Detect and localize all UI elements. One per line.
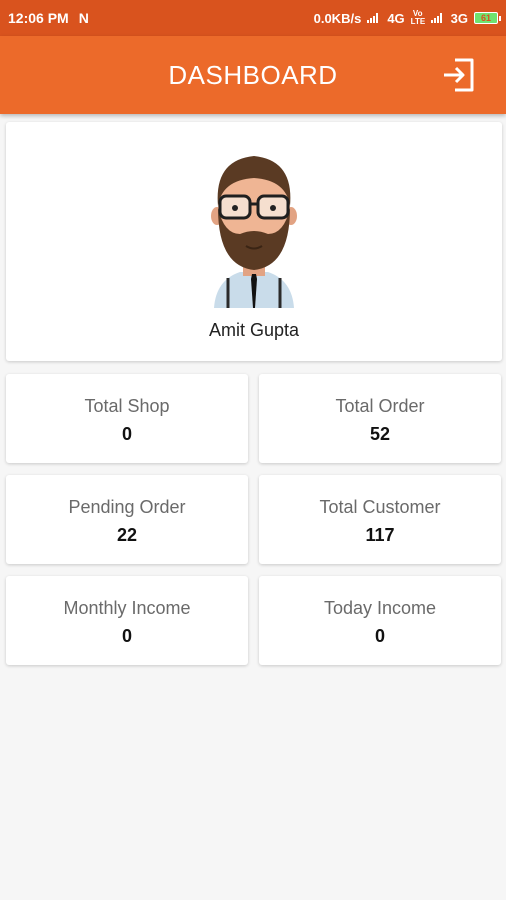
total-customer-card[interactable]: Total Customer 117 [259, 475, 501, 564]
stat-value: 0 [121, 424, 132, 444]
app-bar: DASHBOARD [0, 36, 506, 114]
status-time: 12:06 PM [8, 10, 69, 26]
network-type-1: 4G [387, 10, 405, 26]
profile-name: Amit Gupta [208, 320, 300, 340]
stat-label: Total Customer [319, 497, 441, 517]
network-type-2: 3G [450, 10, 468, 26]
logout-button[interactable] [440, 56, 478, 94]
stat-label: Pending Order [68, 497, 186, 517]
profile-card: Amit Gupta [6, 122, 502, 361]
battery-level: 61 [480, 13, 491, 23]
notification-icon: N [78, 10, 89, 26]
volte-label: Vo LTE [410, 9, 426, 26]
stat-label: Monthly Income [63, 598, 191, 618]
battery-icon: 61 [474, 12, 501, 24]
total-order-card[interactable]: Total Order 52 [259, 374, 501, 463]
stat-value: 52 [369, 424, 391, 444]
stat-label: Total Shop [84, 396, 170, 416]
stat-value: 0 [121, 626, 132, 646]
stat-value: 117 [365, 525, 395, 545]
signal-icon-2 [430, 13, 445, 23]
status-bar: 12:06 PM N 0.0KB/s 4G Vo LTE 3G 61 [0, 0, 506, 36]
today-income-card[interactable]: Today Income 0 [259, 576, 501, 665]
pending-order-card[interactable]: Pending Order 22 [6, 475, 248, 564]
page-title: DASHBOARD [168, 59, 338, 90]
signal-icon [367, 13, 381, 23]
avatar [211, 156, 297, 308]
network-speed: 0.0KB/s [313, 10, 362, 26]
monthly-income-card[interactable]: Monthly Income 0 [6, 576, 248, 665]
stat-value: 22 [116, 525, 138, 545]
stat-label: Today Income [323, 598, 437, 618]
stat-label: Total Order [335, 396, 425, 416]
stat-value: 0 [374, 626, 385, 646]
logout-icon [444, 58, 474, 92]
total-shop-card[interactable]: Total Shop 0 [6, 374, 248, 463]
